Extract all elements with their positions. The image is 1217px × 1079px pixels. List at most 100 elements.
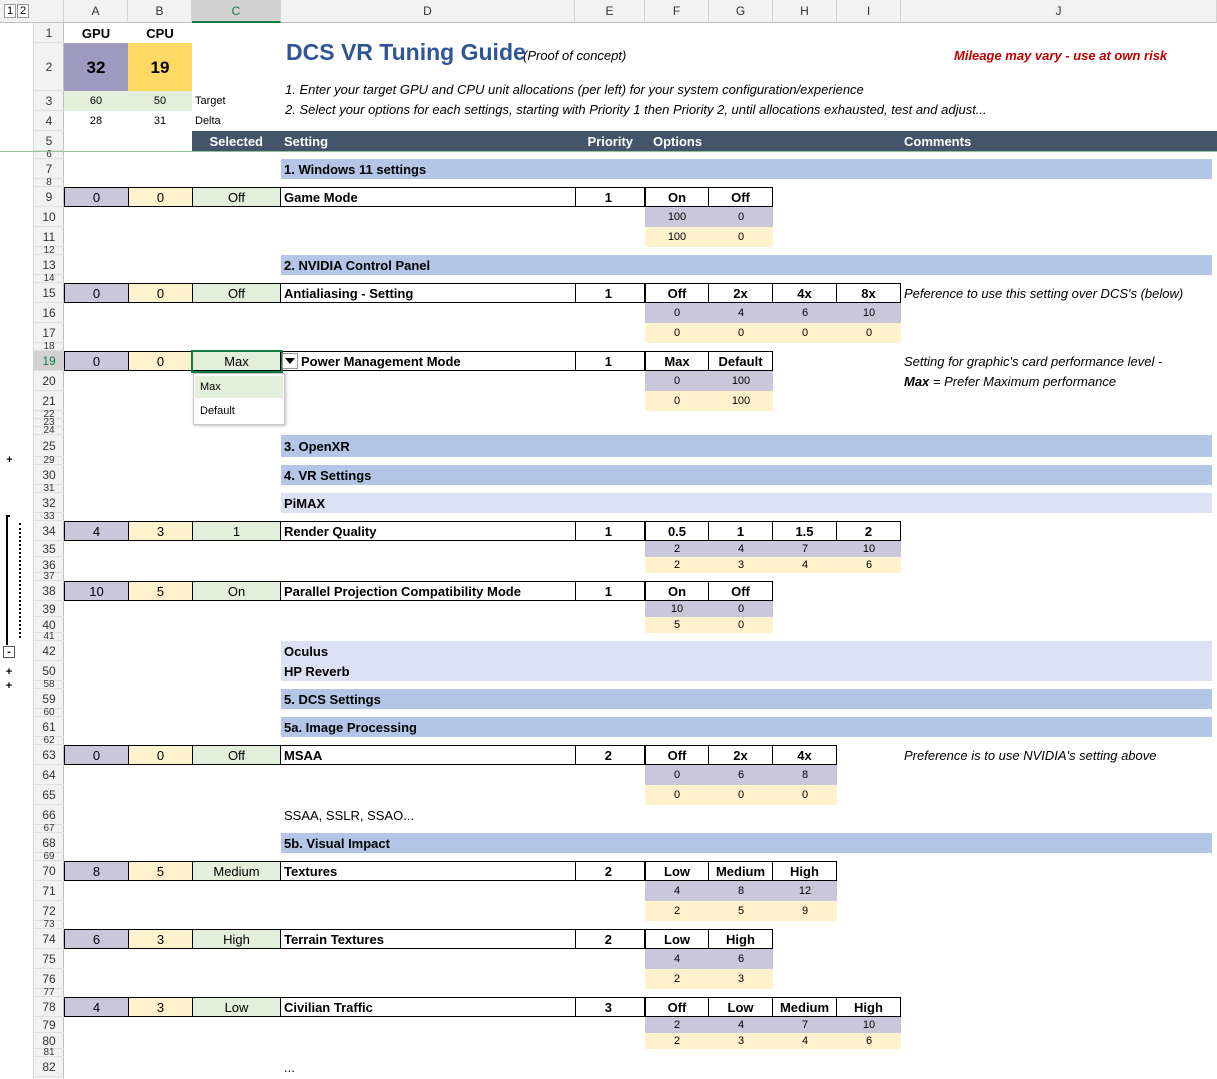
- priority-cell[interactable]: 1: [575, 581, 645, 601]
- option-gpu-cost[interactable]: 10: [837, 1017, 901, 1033]
- row-header[interactable]: 38: [34, 581, 64, 601]
- row-header[interactable]: 79: [34, 1017, 64, 1033]
- column-header-g[interactable]: G: [709, 0, 773, 23]
- row-header[interactable]: 71: [34, 881, 64, 901]
- option-gpu-cost[interactable]: 8: [709, 881, 773, 901]
- column-header-i[interactable]: I: [837, 0, 901, 23]
- option-gpu-cost[interactable]: 8: [773, 765, 837, 785]
- priority-cell[interactable]: 1: [575, 187, 645, 207]
- expand-group-button[interactable]: +: [3, 680, 15, 692]
- column-header-j[interactable]: J: [901, 0, 1217, 23]
- row-header[interactable]: 64: [34, 765, 64, 785]
- option-cpu-cost[interactable]: 2: [645, 1033, 709, 1049]
- row-header[interactable]: 74: [34, 929, 64, 949]
- option-gpu-cost[interactable]: 2: [645, 1017, 709, 1033]
- option-cpu-cost[interactable]: 0: [837, 323, 901, 343]
- row-header[interactable]: 13: [34, 255, 64, 275]
- row-header[interactable]: 5: [34, 131, 64, 151]
- cpu-delta[interactable]: 31: [128, 111, 192, 131]
- gpu-cost-cell[interactable]: 10: [64, 581, 128, 601]
- option-gpu-cost[interactable]: 0: [709, 601, 773, 617]
- priority-cell[interactable]: 1: [575, 351, 645, 371]
- gpu-total[interactable]: 32: [64, 43, 128, 91]
- column-header-f[interactable]: F: [645, 0, 709, 23]
- option-gpu-cost[interactable]: 7: [773, 1017, 837, 1033]
- selected-option-cell[interactable]: Off: [192, 187, 281, 207]
- row-header[interactable]: 66: [34, 805, 64, 825]
- option-cpu-cost[interactable]: 0: [709, 227, 773, 247]
- gpu-cost-cell[interactable]: 4: [64, 521, 128, 541]
- row-header[interactable]: 17: [34, 323, 64, 343]
- cpu-cost-cell[interactable]: 3: [128, 997, 192, 1017]
- column-header-d[interactable]: D: [281, 0, 575, 23]
- option-gpu-cost[interactable]: 6: [773, 303, 837, 323]
- row-header[interactable]: 77: [34, 987, 64, 997]
- row-header[interactable]: 29: [34, 455, 64, 465]
- selected-option-cell[interactable]: Low: [192, 997, 281, 1017]
- row-header[interactable]: 11: [34, 227, 64, 247]
- cpu-cost-cell[interactable]: 0: [128, 283, 192, 303]
- column-header-c[interactable]: C: [192, 0, 281, 23]
- option-cpu-cost[interactable]: 100: [709, 391, 773, 411]
- row-header[interactable]: 19: [34, 351, 64, 371]
- row-header[interactable]: 41: [34, 631, 64, 641]
- row-header[interactable]: 9: [34, 187, 64, 207]
- row-header[interactable]: 81: [34, 1047, 64, 1057]
- option-gpu-cost[interactable]: 4: [709, 541, 773, 557]
- row-header[interactable]: 12: [34, 245, 64, 255]
- option-cpu-cost[interactable]: 0: [645, 785, 709, 805]
- option-cpu-cost[interactable]: 6: [837, 1033, 901, 1049]
- row-header[interactable]: 39: [34, 601, 64, 617]
- option-cpu-cost[interactable]: 0: [773, 323, 837, 343]
- row-header[interactable]: 3: [34, 91, 64, 111]
- outline-level-2-button[interactable]: 2: [17, 4, 29, 18]
- option-gpu-cost[interactable]: 12: [773, 881, 837, 901]
- row-header[interactable]: 59: [34, 689, 64, 709]
- option-gpu-cost[interactable]: 0: [645, 765, 709, 785]
- row-header[interactable]: 7: [34, 159, 64, 179]
- row-header[interactable]: 50: [34, 661, 64, 681]
- cpu-cost-cell[interactable]: 5: [128, 581, 192, 601]
- option-cpu-cost[interactable]: 4: [773, 557, 837, 573]
- cpu-cost-cell[interactable]: 0: [128, 187, 192, 207]
- option-cpu-cost[interactable]: 2: [645, 557, 709, 573]
- row-header[interactable]: 69: [34, 851, 64, 861]
- priority-cell[interactable]: 3: [575, 997, 645, 1017]
- row-header[interactable]: 30: [34, 465, 64, 485]
- gpu-cost-cell[interactable]: 0: [64, 351, 128, 371]
- option-gpu-cost[interactable]: 6: [709, 949, 773, 969]
- option-cpu-cost[interactable]: 5: [709, 901, 773, 921]
- row-header[interactable]: 18: [34, 341, 64, 351]
- priority-cell[interactable]: 2: [575, 861, 645, 881]
- option-gpu-cost[interactable]: 0: [645, 371, 709, 391]
- dropdown-option-default[interactable]: Default: [195, 400, 283, 422]
- row-header[interactable]: 14: [34, 273, 64, 283]
- row-header[interactable]: 16: [34, 303, 64, 323]
- option-gpu-cost[interactable]: 100: [709, 371, 773, 391]
- row-header[interactable]: 15: [34, 283, 64, 303]
- expand-group-button[interactable]: +: [3, 666, 15, 678]
- row-header[interactable]: 73: [34, 919, 64, 929]
- row-header[interactable]: 42: [34, 641, 64, 661]
- selected-option-cell[interactable]: Medium: [192, 861, 281, 881]
- row-header[interactable]: 58: [34, 679, 64, 689]
- row-header[interactable]: 78: [34, 997, 64, 1017]
- priority-cell[interactable]: 2: [575, 929, 645, 949]
- outline-level-1-button[interactable]: 1: [4, 4, 16, 18]
- row-header[interactable]: 60: [34, 707, 64, 717]
- selected-option-cell[interactable]: On: [192, 581, 281, 601]
- gpu-cost-cell[interactable]: 4: [64, 997, 128, 1017]
- row-header[interactable]: 6: [34, 149, 64, 159]
- option-cpu-cost[interactable]: 2: [645, 969, 709, 989]
- option-gpu-cost[interactable]: 0: [709, 207, 773, 227]
- option-gpu-cost[interactable]: 6: [709, 765, 773, 785]
- row-header[interactable]: 34: [34, 521, 64, 541]
- row-header[interactable]: 61: [34, 717, 64, 737]
- expand-group-button[interactable]: +: [4, 455, 15, 466]
- option-gpu-cost[interactable]: 10: [837, 303, 901, 323]
- row-header[interactable]: 1: [34, 23, 64, 43]
- gpu-cost-cell[interactable]: 0: [64, 187, 128, 207]
- row-header[interactable]: 62: [34, 735, 64, 745]
- option-gpu-cost[interactable]: 10: [645, 601, 709, 617]
- cpu-total[interactable]: 19: [128, 43, 192, 91]
